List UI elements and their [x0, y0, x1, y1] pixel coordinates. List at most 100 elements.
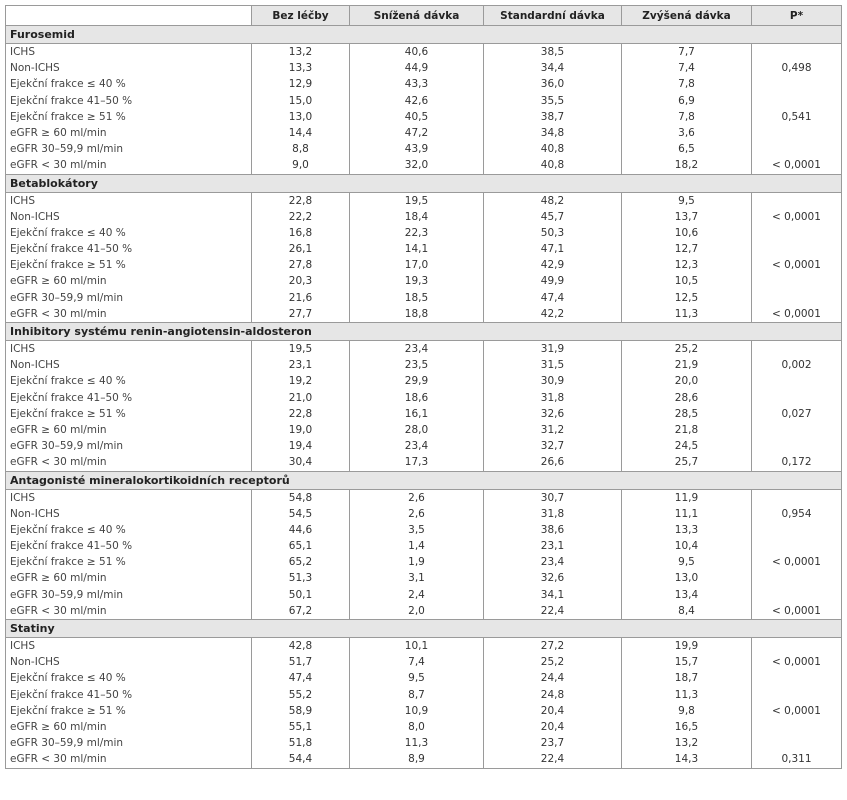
standardni-davka-values-cell: 38,5 34,4 36,0 35,5 38,7 34,8 40,8 40,8 [483, 43, 622, 175]
percentage-value: 31,8 [540, 391, 565, 404]
percentage-value: 7,8 [678, 110, 695, 123]
percentage-value: 22,2 [288, 210, 313, 223]
percentage-value: 43,3 [404, 78, 429, 91]
percentage-value: 18,6 [404, 391, 429, 404]
p-value: < 0,0001 [772, 259, 821, 272]
section-header-row: Antagonisté mineralokortikoidních recept… [5, 470, 842, 490]
percentage-value: 10,4 [674, 540, 699, 553]
snizena-davka-values-cell: 19,5 18,4 22,3 14,1 17,0 19,3 18,5 18,8 [349, 191, 484, 323]
percentage-value: 28,6 [674, 391, 699, 404]
percentage-value: 34,1 [540, 588, 565, 601]
percentage-value: 11,1 [674, 507, 699, 520]
percentage-value: 28,5 [674, 407, 699, 420]
percentage-value: 25,7 [674, 456, 699, 469]
percentage-value: 65,2 [288, 556, 313, 569]
p-value [752, 141, 841, 157]
percentage-value: 42,9 [540, 259, 565, 272]
row-label: Ejekční frakce 41–50 % [10, 243, 133, 256]
row-label: eGFR < 30 ml/min [10, 307, 107, 320]
percentage-value: 26,6 [540, 456, 565, 469]
p-value [752, 193, 841, 209]
percentage-value: 21,6 [288, 291, 313, 304]
percentage-value: 14,1 [404, 243, 429, 256]
p-value [752, 93, 841, 109]
p-value [752, 422, 841, 438]
p-value: < 0,0001 [772, 556, 821, 569]
percentage-value: 8,9 [408, 753, 425, 766]
percentage-value: 13,2 [674, 737, 699, 750]
percentage-value: 23,4 [540, 556, 565, 569]
percentage-value: 10,6 [674, 226, 699, 239]
percentage-value: 8,8 [292, 143, 309, 156]
percentage-value: 47,4 [540, 291, 565, 304]
p-value [752, 76, 841, 92]
row-label: ICHS [10, 46, 35, 58]
percentage-value: 32,7 [540, 440, 565, 453]
percentage-value: 6,9 [678, 94, 695, 107]
section-title: Antagonisté mineralokortikoidních recept… [5, 470, 842, 490]
section-header-row: Statiny [5, 619, 842, 638]
p-value: < 0,0001 [772, 159, 821, 172]
percentage-value: 36,0 [540, 78, 565, 91]
percentage-value: 67,2 [288, 604, 313, 617]
row-label: Non-ICHS [10, 359, 60, 372]
percentage-value: 2,4 [408, 588, 425, 601]
percentage-value: 40,6 [404, 46, 429, 58]
p-value: < 0,0001 [772, 604, 821, 617]
percentage-value: 43,9 [404, 143, 429, 156]
row-labels-cell: ICHS Non-ICHS Ejekční frakce ≤ 40 % Ejekční… [5, 488, 252, 620]
percentage-value: 40,8 [540, 159, 565, 172]
percentage-value: 13,3 [288, 62, 313, 75]
standardni-davka-values-cell: 27,2 25,2 24,4 24,8 20,4 20,4 23,7 22,4 [483, 637, 622, 769]
p-value: < 0,0001 [772, 656, 821, 669]
bez-lecby-values-cell: 54,8 54,5 44,6 65,1 65,2 51,3 50,1 67,2 [251, 488, 350, 620]
percentage-value: 9,0 [292, 159, 309, 172]
row-label: Ejekční frakce ≤ 40 % [10, 375, 126, 388]
bez-lecby-values-cell: 13,2 13,3 12,9 15,0 13,0 14,4 8,8 9,0 [251, 43, 350, 175]
row-label: eGFR < 30 ml/min [10, 753, 107, 766]
table-body: Furosemid ICHS Non-ICHS Ejekční frakce ≤ 40… [5, 25, 842, 769]
row-label: ICHS [10, 194, 35, 207]
zvysena-davka-values-cell: 19,9 15,7 18,7 11,3 9,8 16,5 13,2 14,3 [621, 637, 752, 769]
p-value: < 0,0001 [772, 307, 821, 320]
section-title: Furosemid [5, 25, 842, 44]
p-values-cell: 0,002 0,027 0,172 [751, 340, 842, 472]
percentage-value: 38,7 [540, 110, 565, 123]
section-data-row: ICHS Non-ICHS Ejekční frakce ≤ 40 % Ejekční… [5, 488, 842, 620]
percentage-value: 58,9 [288, 704, 313, 717]
p-value [752, 670, 841, 686]
percentage-value: 23,1 [288, 359, 313, 372]
bez-lecby-values-cell: 19,5 23,1 19,2 21,0 22,8 19,0 19,4 30,4 [251, 340, 350, 472]
percentage-value: 30,7 [540, 491, 565, 504]
row-label: Non-ICHS [10, 656, 60, 669]
percentage-value: 32,6 [540, 572, 565, 585]
percentage-value: 65,1 [288, 540, 313, 553]
percentage-value: 18,2 [674, 159, 699, 172]
percentage-value: 47,2 [404, 126, 429, 139]
row-label: eGFR < 30 ml/min [10, 159, 107, 172]
standardni-davka-values-cell: 30,7 31,8 38,6 23,1 23,4 32,6 34,1 22,4 [483, 488, 622, 620]
row-label: Ejekční frakce ≤ 40 % [10, 672, 126, 685]
percentage-value: 50,3 [540, 226, 565, 239]
header-p-value: P* [751, 5, 842, 26]
percentage-value: 23,7 [540, 737, 565, 750]
percentage-value: 10,9 [404, 704, 429, 717]
percentage-value: 55,1 [288, 720, 313, 733]
row-label: Ejekční frakce 41–50 % [10, 94, 133, 107]
standardni-davka-values-cell: 48,2 45,7 50,3 47,1 42,9 49,9 47,4 42,2 [483, 191, 622, 323]
percentage-value: 30,9 [540, 375, 565, 388]
row-label: Ejekční frakce ≥ 51 % [10, 556, 126, 569]
p-value: < 0,0001 [772, 704, 821, 717]
section-title: Inhibitory systému renin-angiotensin-ald… [5, 322, 842, 341]
p-value [752, 290, 841, 306]
row-label: eGFR ≥ 60 ml/min [10, 423, 107, 436]
percentage-value: 50,1 [288, 588, 313, 601]
percentage-value: 13,2 [288, 46, 313, 58]
row-label: Ejekční frakce ≥ 51 % [10, 704, 126, 717]
percentage-value: 18,7 [674, 672, 699, 685]
percentage-value: 47,1 [540, 243, 565, 256]
percentage-value: 16,5 [674, 720, 699, 733]
percentage-value: 30,4 [288, 456, 313, 469]
p-values-cell: 0,954 < 0,0001 < 0,0001 [751, 488, 842, 620]
row-label: eGFR 30–59,9 ml/min [10, 737, 124, 750]
